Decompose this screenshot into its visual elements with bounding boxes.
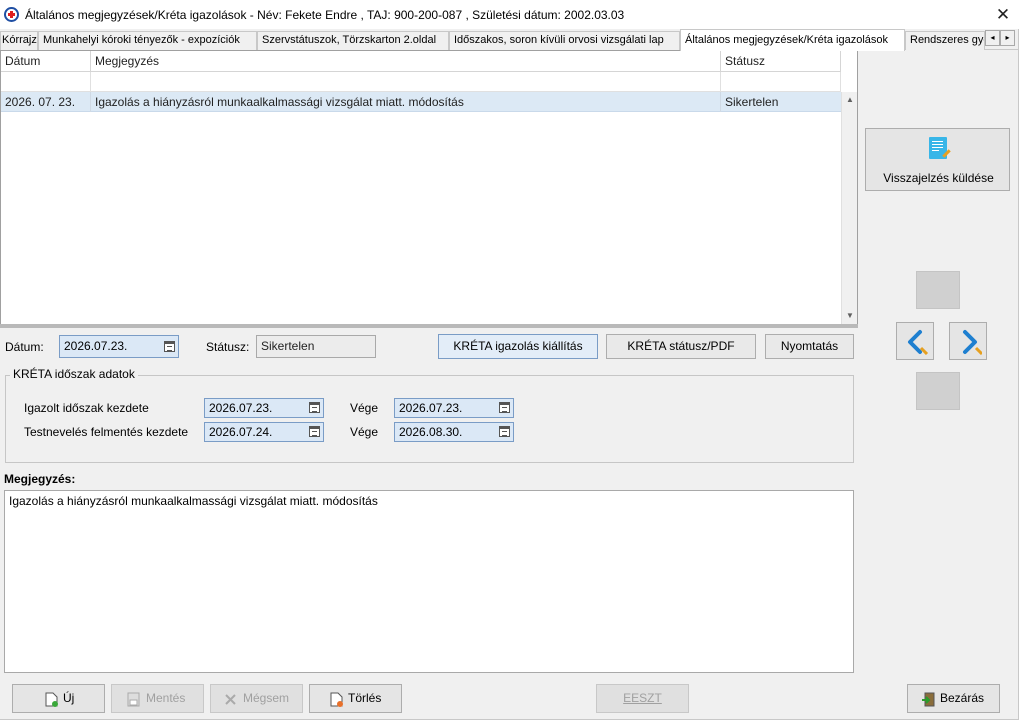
tab-rendszeres-gyogyszerek[interactable]: Rendszeres gyógyszerek <box>905 31 985 50</box>
column-header-megjegyzes[interactable]: Megjegyzés <box>91 51 721 72</box>
splitter[interactable] <box>0 324 858 328</box>
previous-button[interactable] <box>896 322 934 360</box>
calendar-icon[interactable] <box>309 426 320 437</box>
kreta-igazolas-kiallitas-button[interactable]: KRÉTA igazolás kiállítás <box>438 334 598 359</box>
tab-munkahelyi-koroki-tenyezok[interactable]: Munkahelyi kóroki tényezők - expozíciók <box>38 31 257 50</box>
delete-button-label: Törlés <box>348 691 382 705</box>
visszajelzes-kuldese-label: Visszajelzés küldése <box>883 171 994 185</box>
cell-datum: 2026. 07. 23. <box>1 92 91 112</box>
table-row[interactable]: 2026. 07. 23. Igazolás a hiányzásról mun… <box>1 92 841 112</box>
document-pen-icon <box>929 137 951 159</box>
calendar-icon[interactable] <box>164 341 175 352</box>
filter-cell[interactable] <box>721 72 841 92</box>
calendar-icon[interactable] <box>499 426 510 437</box>
column-header-datum[interactable]: Dátum <box>1 51 91 72</box>
scroll-down-button[interactable]: ▼ <box>842 308 858 324</box>
tab-scroll-left-button[interactable]: ◂ <box>985 30 1000 46</box>
testneveles-end-value: 2026.08.30. <box>399 425 463 439</box>
filter-cell[interactable] <box>1 72 91 92</box>
new-button[interactable]: Új <box>12 684 105 713</box>
datum-label: Dátum: <box>5 340 44 354</box>
grid-vertical-scrollbar[interactable]: ▲ ▼ <box>841 92 857 325</box>
kreta-group-box <box>5 375 854 463</box>
new-document-icon <box>45 692 58 707</box>
igazolt-idoszak-label: Igazolt időszak kezdete <box>24 401 149 415</box>
datum-value: 2026.07.23. <box>64 339 128 353</box>
cancel-button-label: Mégsem <box>243 691 290 705</box>
tab-korrajz[interactable]: Kórrajz <box>0 31 38 50</box>
grid-header: Dátum Megjegyzés Státusz <box>1 51 841 72</box>
cell-statusz: Sikertelen <box>725 95 779 109</box>
tab-szervstatuszok[interactable]: Szervstátuszok, Törzskarton 2.oldal <box>257 31 449 50</box>
calendar-icon[interactable] <box>499 402 510 413</box>
igazolt-idoszak-start-value: 2026.07.23. <box>209 401 273 415</box>
kreta-statusz-pdf-button[interactable]: KRÉTA státusz/PDF <box>606 334 756 359</box>
vege-label: Vége <box>350 425 379 439</box>
column-header-statusz[interactable]: Státusz <box>721 51 841 72</box>
cancel-x-icon <box>225 694 236 705</box>
save-button[interactable]: Mentés <box>111 684 204 713</box>
new-button-label: Új <box>63 691 75 705</box>
nyomtatas-button[interactable]: Nyomtatás <box>765 334 854 359</box>
statusz-field: Sikertelen <box>256 335 376 358</box>
vege-label: Vége <box>350 401 379 415</box>
igazolt-idoszak-end-value: 2026.07.23. <box>399 401 463 415</box>
dialog-window: Általános megjegyzések/Kréta igazolások … <box>0 0 1019 720</box>
exit-door-icon <box>922 692 935 707</box>
statusz-label: Státusz: <box>206 340 250 354</box>
delete-button[interactable]: Törlés <box>309 684 402 713</box>
close-button[interactable]: Bezárás <box>907 684 1000 713</box>
window-title: Általános megjegyzések/Kréta igazolások … <box>25 8 625 22</box>
scroll-up-button[interactable]: ▲ <box>842 92 858 108</box>
tab-scroll-right-button[interactable]: ▸ <box>1000 30 1015 46</box>
placeholder-button-top[interactable] <box>916 271 960 309</box>
placeholder-button-bottom[interactable] <box>916 372 960 410</box>
tab-idoszakos-vizsgalati-lap[interactable]: Időszakos, soron kívüli orvosi vizsgálat… <box>449 31 680 50</box>
visszajelzes-kuldese-button[interactable]: Visszajelzés küldése <box>865 128 1010 191</box>
tab-strip: Kórrajz Munkahelyi kóroki tényezők - exp… <box>0 29 1019 51</box>
title-bar: Általános megjegyzések/Kréta igazolások … <box>0 0 1019 29</box>
delete-document-icon <box>330 692 343 707</box>
chevron-left-icon <box>908 330 929 355</box>
close-button-label: Bezárás <box>940 691 985 705</box>
next-button[interactable] <box>949 322 987 360</box>
eeszt-button[interactable]: EESZT <box>596 684 689 713</box>
igazolt-idoszak-end-input[interactable]: 2026.07.23. <box>394 398 514 418</box>
chevron-right-icon <box>963 330 982 355</box>
calendar-icon[interactable] <box>309 402 320 413</box>
cell-megjegyzes: Igazolás a hiányzásról munkaalkalmassági… <box>91 92 721 112</box>
testneveles-end-input[interactable]: 2026.08.30. <box>394 422 514 442</box>
igazolt-idoszak-start-input[interactable]: 2026.07.23. <box>204 398 324 418</box>
tab-altalanos-megjegyzesek[interactable]: Általános megjegyzések/Kréta igazolások <box>680 29 905 51</box>
cancel-button[interactable]: Mégsem <box>210 684 303 713</box>
grid-filter-row[interactable] <box>1 72 841 92</box>
notes-grid: Dátum Megjegyzés Státusz 2026. 07. 23. I… <box>0 50 858 326</box>
testneveles-start-input[interactable]: 2026.07.24. <box>204 422 324 442</box>
datum-date-input[interactable]: 2026.07.23. <box>59 335 179 358</box>
megjegyzes-textarea[interactable]: Igazolás a hiányzásról munkaalkalmassági… <box>4 490 854 673</box>
filter-cell[interactable] <box>91 72 721 92</box>
testneveles-felmentes-label: Testnevelés felmentés kezdete <box>24 425 189 439</box>
save-icon <box>127 692 140 707</box>
save-button-label: Mentés <box>146 691 186 705</box>
testneveles-start-value: 2026.07.24. <box>209 425 273 439</box>
close-window-button[interactable]: ✕ <box>992 4 1014 26</box>
app-cross-icon <box>4 7 19 22</box>
megjegyzes-label: Megjegyzés: <box>4 472 76 486</box>
kreta-group-title: KRÉTA időszak adatok <box>10 367 138 381</box>
